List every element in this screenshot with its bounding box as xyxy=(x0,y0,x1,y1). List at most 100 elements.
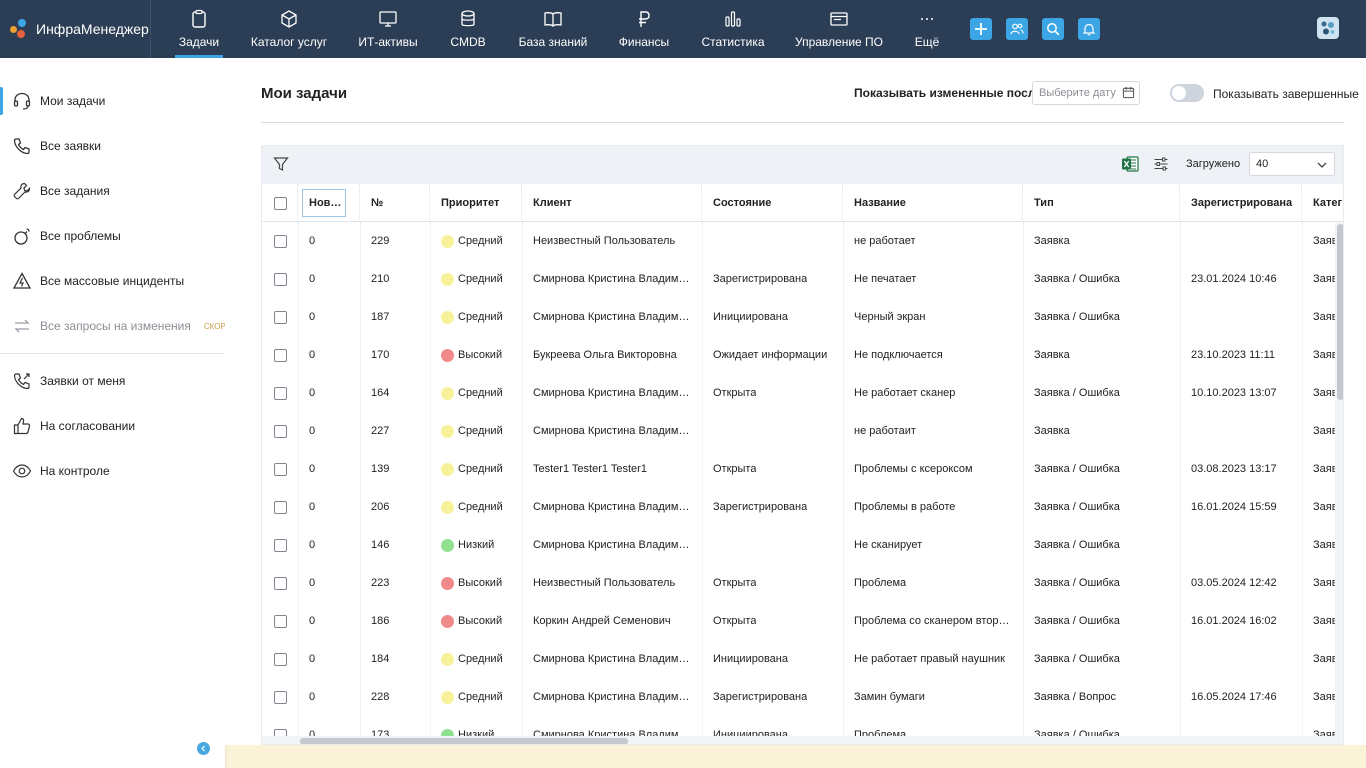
search-button[interactable] xyxy=(1042,18,1064,40)
table-row[interactable]: 0 186 Высокий Коркин Андрей Семенович Открыт… xyxy=(262,602,1343,640)
column-header-category[interactable]: Катег xyxy=(1302,184,1343,222)
cell-name: Черный экран xyxy=(843,298,1023,336)
row-checkbox[interactable] xyxy=(274,424,287,438)
row-checkbox[interactable] xyxy=(274,272,287,286)
nav-statistics[interactable]: Статистика xyxy=(700,0,766,58)
nav-service-catalog[interactable]: Каталог услуг xyxy=(251,0,327,58)
column-header-registered[interactable]: Зарегистрирована xyxy=(1180,184,1302,222)
cell-name: Проблема со сканером втор… xyxy=(843,602,1023,640)
nav-finance[interactable]: Финансы xyxy=(617,0,671,58)
tasks-table: Загружено 40 Нов… № Приоритет Клиент Сос… xyxy=(261,145,1344,745)
table-row[interactable]: 0 184 Средний Смирнова Кристина Владим… Иниц… xyxy=(262,640,1343,678)
calendar-icon[interactable] xyxy=(1122,86,1135,99)
cell-priority: Средний xyxy=(430,640,522,678)
table-row[interactable]: 0 223 Высокий Неизвестный Пользователь Откры… xyxy=(262,564,1343,602)
notifications-button[interactable] xyxy=(1078,18,1100,40)
sidebar-item-my-tasks[interactable]: Мои задачи xyxy=(0,83,225,119)
table-row[interactable]: 0 146 Низкий Смирнова Кристина Владим… Не ск… xyxy=(262,526,1343,564)
vertical-scrollbar-thumb[interactable] xyxy=(1337,224,1343,400)
cell-type: Заявка / Ошибка xyxy=(1023,602,1180,640)
column-header-new[interactable]: Нов… xyxy=(298,184,360,222)
cell-text: Коркин Андрей Семенович xyxy=(533,615,671,627)
cell-name: Не сканирует xyxy=(843,526,1023,564)
excel-export-icon[interactable] xyxy=(1121,155,1139,173)
table-row[interactable]: 0 229 Средний Неизвестный Пользователь не ра… xyxy=(262,222,1343,260)
table-row[interactable]: 0 228 Средний Смирнова Кристина Владим… Заре… xyxy=(262,678,1343,716)
loaded-count-select[interactable]: 40 xyxy=(1249,152,1335,176)
select-all-checkbox[interactable] xyxy=(274,196,287,210)
nav-software-management[interactable]: Управление ПО xyxy=(795,0,883,58)
cell-registered xyxy=(1180,222,1302,260)
row-checkbox[interactable] xyxy=(274,348,287,362)
cell-text: 0 xyxy=(309,501,316,513)
cell-type: Заявка / Ошибка xyxy=(1023,374,1180,412)
cell-text: Смирнова Кристина Владим… xyxy=(533,691,690,703)
cell-text: Заяв xyxy=(1313,577,1338,589)
sidebar-item-mass-incidents[interactable]: Все массовые инциденты xyxy=(0,263,225,299)
sidebar-item-all-requests[interactable]: Все заявки xyxy=(0,128,225,164)
show-completed-toggle[interactable] xyxy=(1170,84,1204,102)
column-header-type[interactable]: Тип xyxy=(1023,184,1180,222)
column-settings-icon[interactable] xyxy=(1153,156,1169,172)
cell-type: Заявка / Ошибка xyxy=(1023,564,1180,602)
sidebar-item-label: На контроле xyxy=(40,464,110,478)
cell-priority: Высокий xyxy=(430,336,522,374)
cell-text: Высокий xyxy=(458,349,503,361)
cell-text: Заяв xyxy=(1313,311,1338,323)
row-select-cell xyxy=(262,298,298,336)
cell-text: Средний xyxy=(458,653,503,665)
nav-more[interactable]: Ещё xyxy=(911,0,943,58)
row-checkbox[interactable] xyxy=(274,614,287,628)
row-checkbox[interactable] xyxy=(274,576,287,590)
cell-name: Не работает правый наушник xyxy=(843,640,1023,678)
table-row[interactable]: 0 206 Средний Смирнова Кристина Владим… Заре… xyxy=(262,488,1343,526)
cell-text: Заявка / Вопрос xyxy=(1034,691,1117,703)
row-select-cell xyxy=(262,222,298,260)
row-checkbox[interactable] xyxy=(274,462,287,476)
nav-label: Ещё xyxy=(914,35,940,49)
row-checkbox[interactable] xyxy=(274,386,287,400)
sidebar-item-all-problems[interactable]: Все проблемы xyxy=(0,218,225,254)
row-checkbox[interactable] xyxy=(274,234,287,248)
table-row[interactable]: 0 210 Средний Смирнова Кристина Владим… Заре… xyxy=(262,260,1343,298)
more-icon xyxy=(921,18,933,20)
row-checkbox[interactable] xyxy=(274,500,287,514)
table-row[interactable]: 0 139 Средний Tester1 Tester1 Tester1 Открыт… xyxy=(262,450,1343,488)
user-avatar[interactable] xyxy=(1317,17,1339,39)
column-header-number[interactable]: № xyxy=(360,184,430,222)
horizontal-scrollbar-thumb[interactable] xyxy=(300,738,628,744)
sidebar-item-my-requests[interactable]: Заявки от меня xyxy=(0,363,225,399)
logo-icon xyxy=(10,19,30,39)
sidebar-item-monitoring[interactable]: На контроле xyxy=(0,453,225,489)
create-button[interactable] xyxy=(970,18,992,40)
nav-tasks[interactable]: Задачи xyxy=(175,0,223,58)
app-logo[interactable]: ИнфраМенеджер xyxy=(10,0,149,58)
table-row[interactable]: 0 164 Средний Смирнова Кристина Владим… Откр… xyxy=(262,374,1343,412)
table-row[interactable]: 0 227 Средний Смирнова Кристина Владим… не р… xyxy=(262,412,1343,450)
cell-new: 0 xyxy=(298,602,360,640)
row-checkbox[interactable] xyxy=(274,690,287,704)
table-row[interactable]: 0 170 Высокий Букреева Ольга Викторовна Ожид… xyxy=(262,336,1343,374)
nav-it-assets[interactable]: ИТ-активы xyxy=(358,0,418,58)
nav-knowledge-base[interactable]: База знаний xyxy=(518,0,588,58)
collapse-sidebar-button[interactable] xyxy=(197,742,210,755)
column-header-name[interactable]: Название xyxy=(843,184,1023,222)
filter-icon[interactable] xyxy=(273,156,289,172)
column-header-client[interactable]: Клиент xyxy=(522,184,702,222)
column-header-priority[interactable]: Приоритет xyxy=(430,184,522,222)
row-checkbox[interactable] xyxy=(274,310,287,324)
nav-cmdb[interactable]: CMDB xyxy=(448,0,488,58)
sidebar-item-approval[interactable]: На согласовании xyxy=(0,408,225,444)
table-row[interactable]: 0 187 Средний Смирнова Кристина Владим… Иниц… xyxy=(262,298,1343,336)
row-checkbox[interactable] xyxy=(274,538,287,552)
swap-arrows-icon xyxy=(14,319,30,333)
row-checkbox[interactable] xyxy=(274,652,287,666)
users-button[interactable] xyxy=(1006,18,1028,40)
priority-indicator-icon xyxy=(441,424,454,438)
cell-type: Заявка / Ошибка xyxy=(1023,298,1180,336)
cell-num: 164 xyxy=(360,374,430,412)
sidebar-item-all-assignments[interactable]: Все задания xyxy=(0,173,225,209)
cell-registered: 16.01.2024 15:59 xyxy=(1180,488,1302,526)
column-header-state[interactable]: Состояние xyxy=(702,184,843,222)
row-select-cell xyxy=(262,336,298,374)
